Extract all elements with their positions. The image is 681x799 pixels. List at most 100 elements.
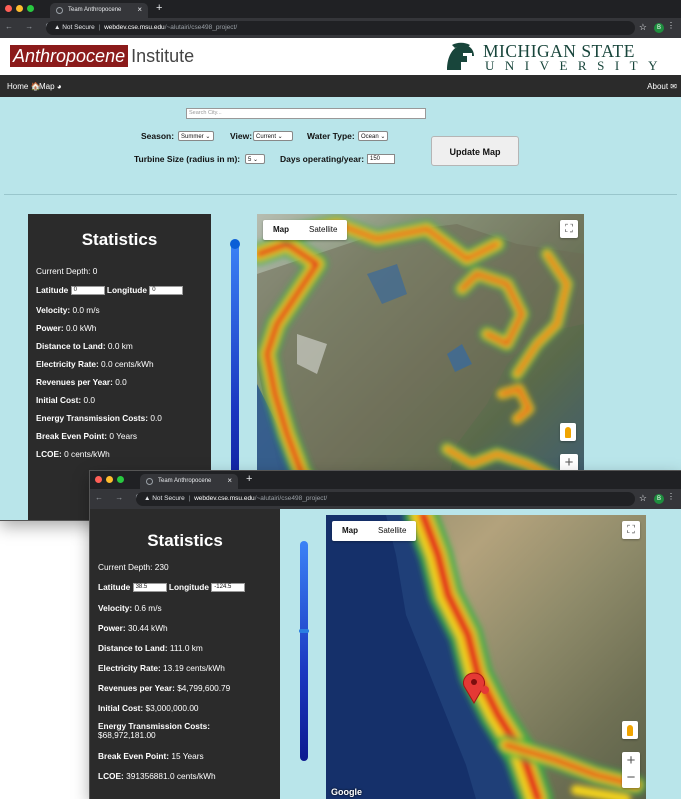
lcoe-value: 0 cents/kWh	[64, 449, 110, 459]
revenue-row: Revenues per Year: $4,799,600.79	[98, 683, 230, 693]
pegman-icon[interactable]	[560, 423, 576, 441]
pegman-icon[interactable]	[622, 721, 638, 739]
lcoe-row: LCOE: 391356881.0 cents/kWh	[98, 771, 216, 781]
nav-about-link[interactable]: About ✉	[647, 82, 677, 91]
window-controls	[5, 5, 34, 12]
longitude-input[interactable]: 0	[149, 286, 184, 296]
browser-menu-icon[interactable]: ⋮	[667, 492, 675, 501]
map-type-satellite-button[interactable]: Satellite	[368, 521, 416, 541]
energy-cost-label: Energy Transmission Costs:	[36, 413, 149, 423]
close-window-button[interactable]	[5, 5, 12, 12]
nav-home-label: Home	[7, 82, 29, 91]
zoom-in-button[interactable]: +	[622, 752, 640, 769]
initial-cost-value: 0.0	[83, 395, 96, 405]
fullscreen-icon[interactable]: ⛶	[622, 521, 640, 539]
tab-close-icon[interactable]: ×	[227, 476, 232, 485]
zoom-in-button[interactable]: +	[560, 454, 578, 472]
browser-menu-icon[interactable]: ⋮	[667, 21, 675, 30]
nav-home-link[interactable]: Home 🏠	[7, 82, 41, 91]
address-bar[interactable]: ▲ Not Secure | webdev.cse.msu.edu/~aluta…	[46, 21, 635, 35]
velocity-value: 0.6 m/s	[134, 603, 162, 613]
view-select[interactable]: Current ⌄	[253, 131, 293, 141]
not-secure-indicator[interactable]: ▲ Not Secure	[144, 495, 185, 502]
current-depth: Current Depth: 230	[98, 562, 169, 572]
address-bar[interactable]: ▲ Not Secure | webdev.cse.msu.edu/~aluta…	[136, 492, 635, 506]
nav-map-link[interactable]: Map ◕	[39, 82, 62, 91]
velocity-row: Velocity: 0.0 m/s	[36, 305, 100, 315]
maximize-window-button[interactable]	[27, 5, 34, 12]
address-separator: |	[188, 495, 191, 502]
favicon-icon	[56, 7, 63, 14]
new-tab-button[interactable]: +	[246, 473, 252, 485]
update-map-button[interactable]: Update Map	[431, 136, 519, 166]
browser-tab[interactable]: Team Anthropocene ×	[140, 474, 238, 489]
map-view[interactable]: Map Satellite ⛶ + − Google	[326, 515, 646, 799]
latitude-input[interactable]: 0	[70, 286, 105, 296]
initial-cost-row: Initial Cost: 0.0	[36, 395, 95, 405]
extension-icon[interactable]: B	[654, 23, 664, 33]
water-type-select[interactable]: Ocean ⌄	[358, 131, 388, 141]
new-tab-button[interactable]: +	[156, 2, 162, 14]
maximize-window-button[interactable]	[117, 476, 124, 483]
extension-icon[interactable]: B	[654, 494, 664, 504]
initial-cost-label: Initial Cost:	[98, 703, 144, 713]
bookmark-star-icon[interactable]: ☆	[639, 22, 647, 33]
latitude-input[interactable]: 38.5	[132, 583, 167, 593]
fullscreen-icon[interactable]: ⛶	[560, 220, 578, 238]
break-even-row: Break Even Point: 15 Years	[98, 751, 204, 761]
tab-title: Team Anthropocene	[158, 478, 212, 484]
latitude-label: Latitude	[36, 285, 69, 295]
zoom-out-button[interactable]: −	[622, 769, 640, 786]
depth-slider[interactable]	[300, 541, 308, 761]
browser-tab[interactable]: Team Anthropocene ×	[50, 3, 148, 18]
depth-slider-handle[interactable]	[299, 629, 309, 633]
distance-value: 0.0 km	[107, 341, 133, 351]
tab-strip: Team Anthropocene × +	[90, 471, 681, 489]
globe-icon: ◕	[56, 82, 62, 91]
map-type-satellite-button[interactable]: Satellite	[299, 220, 347, 240]
lcoe-value: 391356881.0 cents/kWh	[126, 771, 216, 781]
tab-close-icon[interactable]: ×	[137, 5, 142, 14]
power-value: 0.0 kWh	[65, 323, 97, 333]
map-type-map-button[interactable]: Map	[263, 220, 299, 240]
bookmark-star-icon[interactable]: ☆	[639, 493, 647, 504]
close-window-button[interactable]	[95, 476, 102, 483]
longitude-input[interactable]: -124.5	[211, 583, 246, 593]
turbine-size-label: Turbine Size (radius in m):	[134, 154, 241, 164]
map-type-map-button[interactable]: Map	[332, 521, 368, 541]
energy-cost-value: 0.0	[150, 413, 162, 423]
distance-label: Distance to Land:	[98, 643, 168, 653]
site-logo[interactable]: Anthropocene Institute	[10, 45, 194, 67]
minimize-window-button[interactable]	[106, 476, 113, 483]
power-label: Power:	[36, 323, 64, 333]
velocity-label: Velocity:	[98, 603, 133, 613]
rate-row: Electricity Rate: 13.19 cents/kWh	[98, 663, 225, 673]
distance-row: Distance to Land: 0.0 km	[36, 341, 133, 351]
turbine-size-select[interactable]: 5 ⌄	[245, 154, 265, 164]
season-select[interactable]: Summer ⌄	[178, 131, 214, 141]
window-controls	[95, 476, 124, 483]
divider	[4, 194, 677, 195]
revenue-label: Revenues per Year:	[98, 683, 175, 693]
power-row: Power: 30.44 kWh	[98, 623, 168, 633]
current-depth: Current Depth: 0	[36, 266, 98, 276]
not-secure-indicator[interactable]: ▲ Not Secure	[54, 24, 95, 31]
rate-value: 0.0 cents/kWh	[101, 359, 154, 369]
velocity-value: 0.0 m/s	[72, 305, 100, 315]
initial-cost-row: Initial Cost: $3,000,000.00	[98, 703, 199, 713]
depth-slider-handle[interactable]	[230, 239, 240, 249]
current-heatmap	[326, 515, 646, 799]
days-operating-input[interactable]: 150	[367, 154, 395, 164]
revenue-label: Revenues per Year:	[36, 377, 113, 387]
rate-label: Electricity Rate:	[36, 359, 99, 369]
favicon-icon	[146, 478, 153, 485]
revenue-value: 0.0	[115, 377, 127, 387]
energy-cost-row: Energy Transmission Costs: 0.0	[36, 413, 162, 423]
url-host: webdev.cse.msu.edu	[104, 24, 165, 31]
energy-cost-value: $68,972,181.00	[98, 730, 156, 740]
search-city-input[interactable]: Search City...	[186, 108, 426, 119]
break-even-value: 15 Years	[171, 751, 204, 761]
minimize-window-button[interactable]	[16, 5, 23, 12]
tab-title: Team Anthropocene	[68, 7, 122, 13]
break-even-row: Break Even Point: 0 Years	[36, 431, 137, 441]
